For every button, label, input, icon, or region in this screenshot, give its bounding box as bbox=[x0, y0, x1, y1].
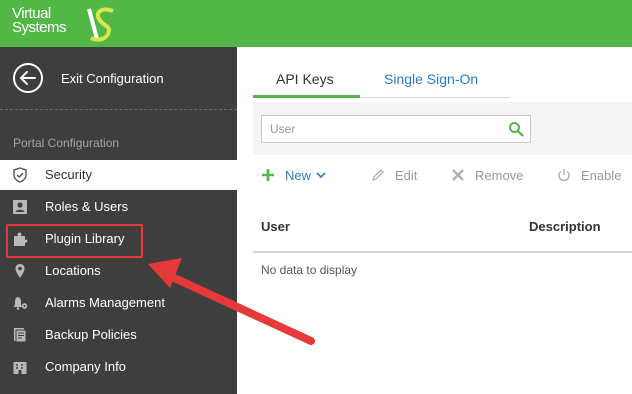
power-icon bbox=[558, 169, 570, 182]
shield-icon bbox=[13, 167, 27, 183]
edit-button[interactable]: Edit bbox=[371, 168, 431, 186]
remove-button-label: Remove bbox=[475, 168, 524, 183]
tab-bar: API Keys Single Sign-On bbox=[253, 67, 510, 98]
search-input[interactable] bbox=[270, 120, 500, 138]
table-header: User Description bbox=[253, 205, 632, 253]
map-pin-icon bbox=[15, 264, 25, 278]
building-icon bbox=[13, 362, 27, 374]
pencil-icon bbox=[372, 169, 384, 181]
tab-api-keys[interactable]: API Keys bbox=[276, 71, 334, 87]
toolbar: New Edit Remove Enable bbox=[261, 165, 632, 191]
sidebar-item-locations[interactable]: Locations bbox=[0, 256, 237, 286]
sidebar-item-security[interactable]: Security bbox=[0, 160, 245, 190]
brand-line-2: Systems bbox=[12, 19, 67, 36]
sidebar-item-label: Backup Policies bbox=[45, 327, 137, 342]
sidebar-item-label: Security bbox=[45, 167, 92, 182]
active-tab-underline bbox=[253, 95, 360, 98]
exit-configuration-button[interactable]: Exit Configuration bbox=[0, 47, 237, 109]
new-button[interactable]: New bbox=[261, 168, 331, 186]
search-icon[interactable] bbox=[508, 121, 524, 137]
enable-button-label: Enable bbox=[581, 168, 622, 183]
sidebar-item-label: Company Info bbox=[45, 359, 126, 374]
sidebar: Exit Configuration Portal Configuration … bbox=[0, 47, 245, 394]
sidebar-item-label: Alarms Management bbox=[45, 295, 165, 310]
chevron-down-icon bbox=[316, 172, 326, 179]
section-title: Portal Configuration bbox=[13, 136, 120, 150]
main-content: API Keys Single Sign-On New Edit bbox=[237, 47, 632, 394]
sidebar-item-backup-policies[interactable]: Backup Policies bbox=[0, 320, 237, 350]
brand-logo[interactable]: Virtual Systems bbox=[12, 6, 114, 42]
tab-single-sign-on[interactable]: Single Sign-On bbox=[384, 71, 478, 87]
remove-button[interactable]: Remove bbox=[451, 168, 531, 186]
column-header-description[interactable]: Description bbox=[529, 219, 601, 234]
edit-button-label: Edit bbox=[395, 168, 418, 183]
sidebar-divider bbox=[0, 109, 237, 110]
sidebar-item-label: Locations bbox=[45, 263, 101, 278]
empty-table-message: No data to display bbox=[261, 263, 358, 277]
annotation-highlight-box bbox=[6, 224, 143, 258]
new-button-label: New bbox=[285, 168, 312, 183]
sidebar-item-label: Roles & Users bbox=[45, 199, 129, 214]
back-arrow-icon bbox=[13, 63, 43, 93]
bell-gear-icon bbox=[13, 297, 28, 310]
sidebar-item-alarms-management[interactable]: Alarms Management bbox=[0, 288, 237, 318]
enable-button[interactable]: Enable bbox=[557, 168, 632, 186]
column-header-user[interactable]: User bbox=[261, 219, 290, 234]
user-card-icon bbox=[13, 200, 27, 214]
top-bar: Virtual Systems bbox=[0, 0, 632, 47]
exit-configuration-label: Exit Configuration bbox=[61, 71, 164, 86]
close-icon bbox=[452, 169, 464, 181]
sidebar-item-company-info[interactable]: Company Info bbox=[0, 352, 237, 382]
search-box bbox=[261, 115, 531, 143]
sidebar-item-roles-users[interactable]: Roles & Users bbox=[0, 192, 237, 222]
brand-s-icon bbox=[87, 7, 114, 42]
document-icon bbox=[14, 328, 27, 343]
plus-icon bbox=[262, 169, 274, 181]
